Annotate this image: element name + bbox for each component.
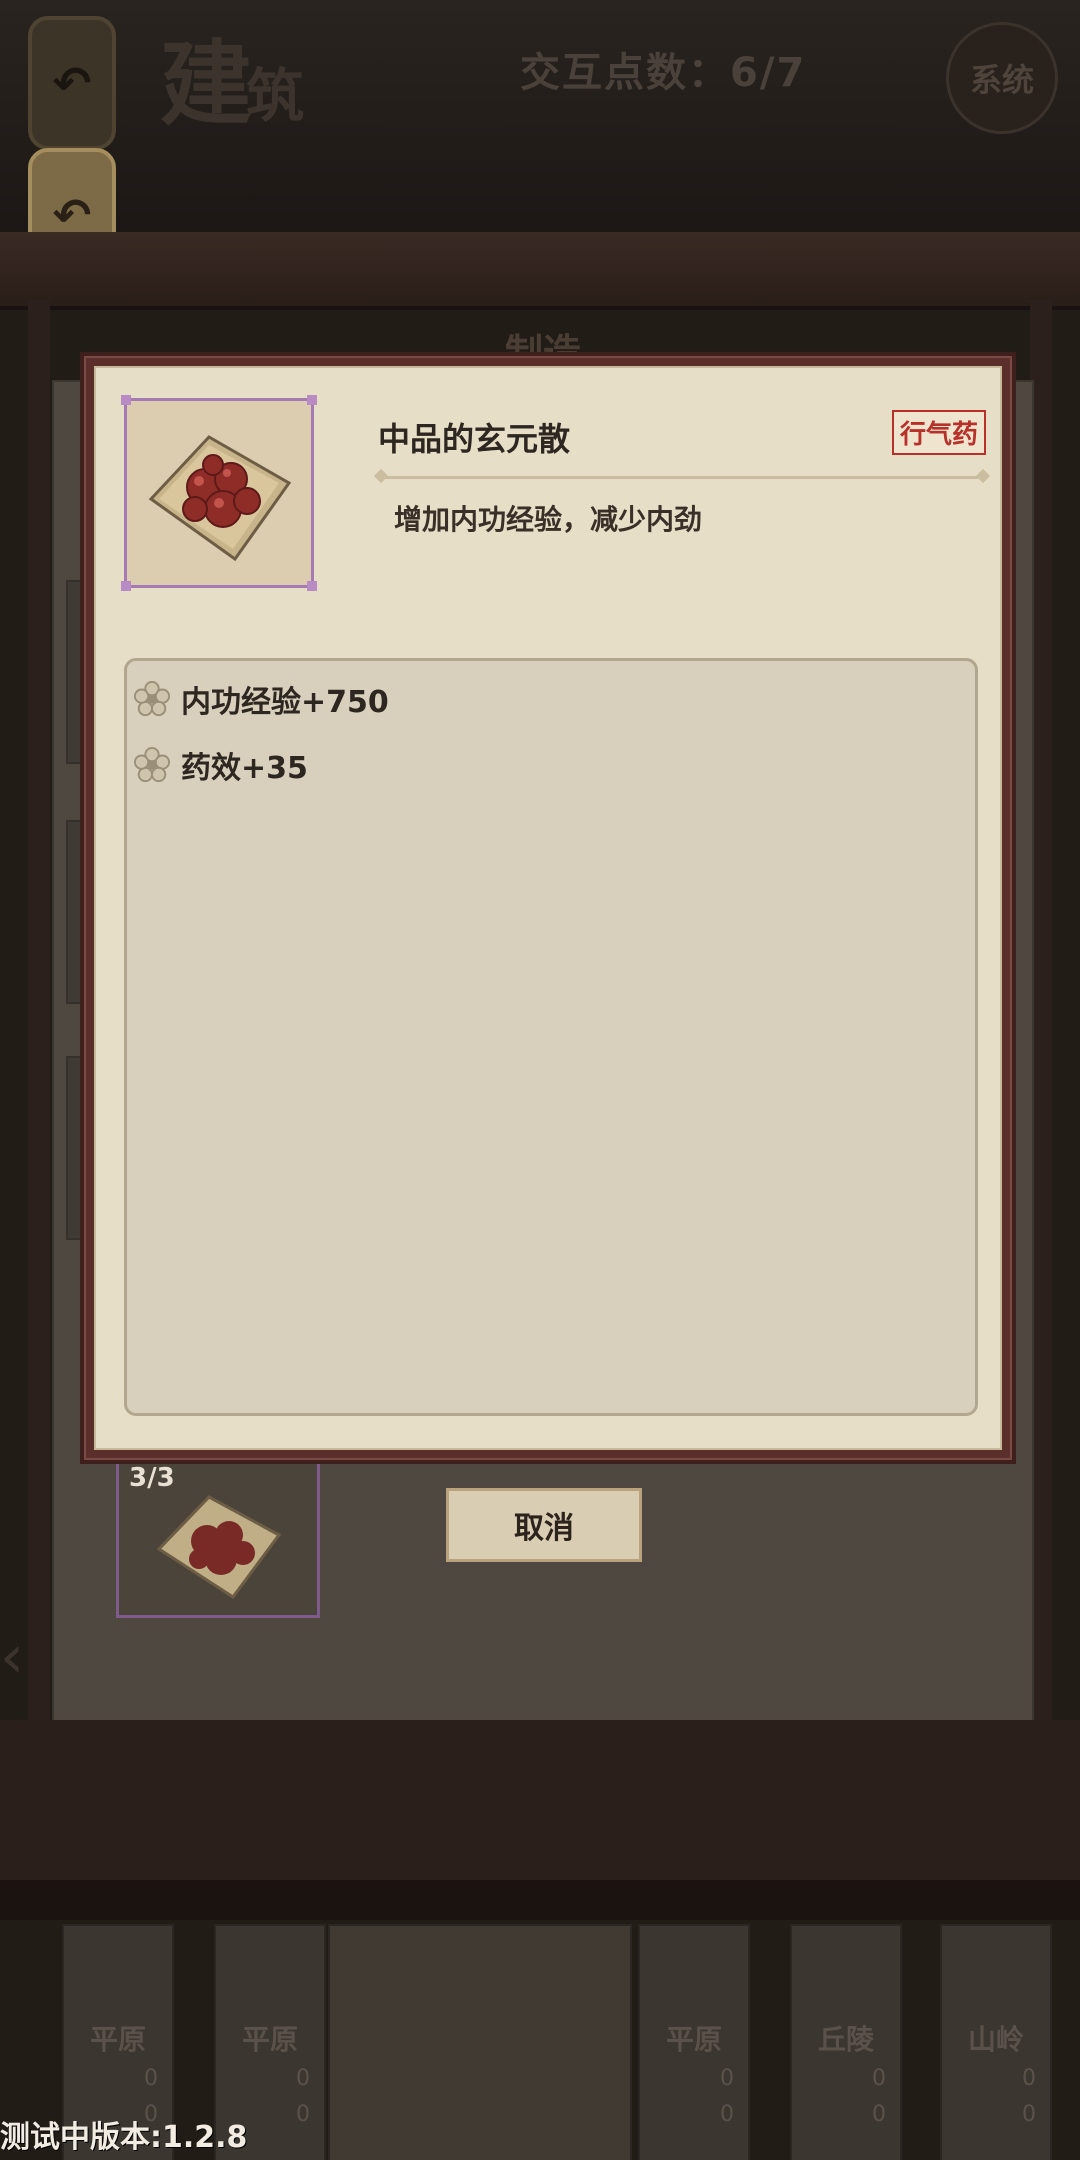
item-detail-dialog: 中品的玄元散 行气药 增加内功经验，减少内劲 内功经验+750 药效+35: [80, 352, 1016, 1464]
frame-corner: [307, 581, 317, 591]
item-slot[interactable]: 3/3: [116, 1452, 320, 1618]
terrain-name: 丘陵: [817, 2023, 874, 2056]
terrain-stat: 0: [144, 2066, 158, 2091]
dialog-content: 中品的玄元散 行气药 增加内功经验，减少内劲 内功经验+750 药效+35: [94, 366, 1002, 1450]
screen-title: 建筑: [160, 10, 304, 143]
screen-title-small: 筑: [246, 62, 305, 130]
frame-top-beam: [0, 232, 1080, 310]
terrain-stat: 0: [872, 2102, 886, 2127]
effects-list: 内功经验+750 药效+35: [124, 658, 978, 1416]
terrain-tile[interactable]: 山岭 0 0: [940, 1924, 1052, 2160]
item-name: 中品的玄元散: [378, 420, 571, 458]
medicine-icon: [156, 1495, 282, 1600]
undo-icon: ↶: [52, 56, 92, 110]
title-divider: [382, 476, 982, 479]
village-tile[interactable]: [328, 1924, 632, 2160]
effect-item: 内功经验+750: [133, 677, 389, 721]
frame-post-left: [28, 300, 50, 1900]
terrain-stat: 0: [1022, 2066, 1036, 2091]
terrain-stat: 0: [720, 2066, 734, 2091]
terrain-stat: 0: [296, 2066, 310, 2091]
terrain-stat: 0: [296, 2102, 310, 2127]
terrain-name: 平原: [665, 2023, 722, 2056]
cancel-button[interactable]: 取消: [446, 1488, 642, 1562]
terrain-name: 平原: [89, 2023, 146, 2056]
version-label: 测试中版本:1.2.8: [0, 2120, 248, 2155]
item-icon-frame: [121, 395, 317, 591]
top-bar: 建筑 交互点数：6/7 系统: [0, 0, 1080, 240]
terrain-stat: 0: [720, 2102, 734, 2127]
frame-corner: [121, 581, 131, 591]
effect-text: 内功经验+750: [181, 685, 389, 720]
terrain-tile[interactable]: 平原 0 0: [638, 1924, 750, 2160]
frame-corner: [307, 395, 317, 405]
system-button[interactable]: 系统: [946, 22, 1058, 134]
effect-item: 药效+35: [133, 743, 308, 787]
frame-bottom-beam: [0, 1880, 1080, 1920]
flower-icon: [133, 746, 171, 783]
effect-text: 药效+35: [181, 751, 308, 786]
game-screen: 建筑 交互点数：6/7 系统 ↶ ↶ 制造 ‹ 3/3 取消 平原 0: [0, 0, 1080, 2160]
category-badge: 行气药: [892, 410, 987, 455]
terrain-name: 平原: [241, 2023, 298, 2056]
terrain-stat: 0: [1022, 2102, 1036, 2127]
flower-icon: [133, 680, 171, 717]
terrain-name: 山岭: [967, 2023, 1024, 2056]
medicine-icon: [148, 435, 292, 562]
screen-title-big: 建: [160, 30, 253, 138]
chevron-left-icon[interactable]: ‹: [0, 1622, 24, 1692]
interaction-points: 交互点数：6/7: [520, 50, 807, 96]
item-description: 增加内功经验，减少内劲: [394, 503, 703, 536]
terrain-tile[interactable]: 丘陵 0 0: [790, 1924, 902, 2160]
terrain-stat: 0: [872, 2066, 886, 2091]
undo-button-top[interactable]: ↶: [28, 16, 116, 150]
frame-corner: [121, 395, 131, 405]
floor-area: [0, 1720, 1080, 1880]
